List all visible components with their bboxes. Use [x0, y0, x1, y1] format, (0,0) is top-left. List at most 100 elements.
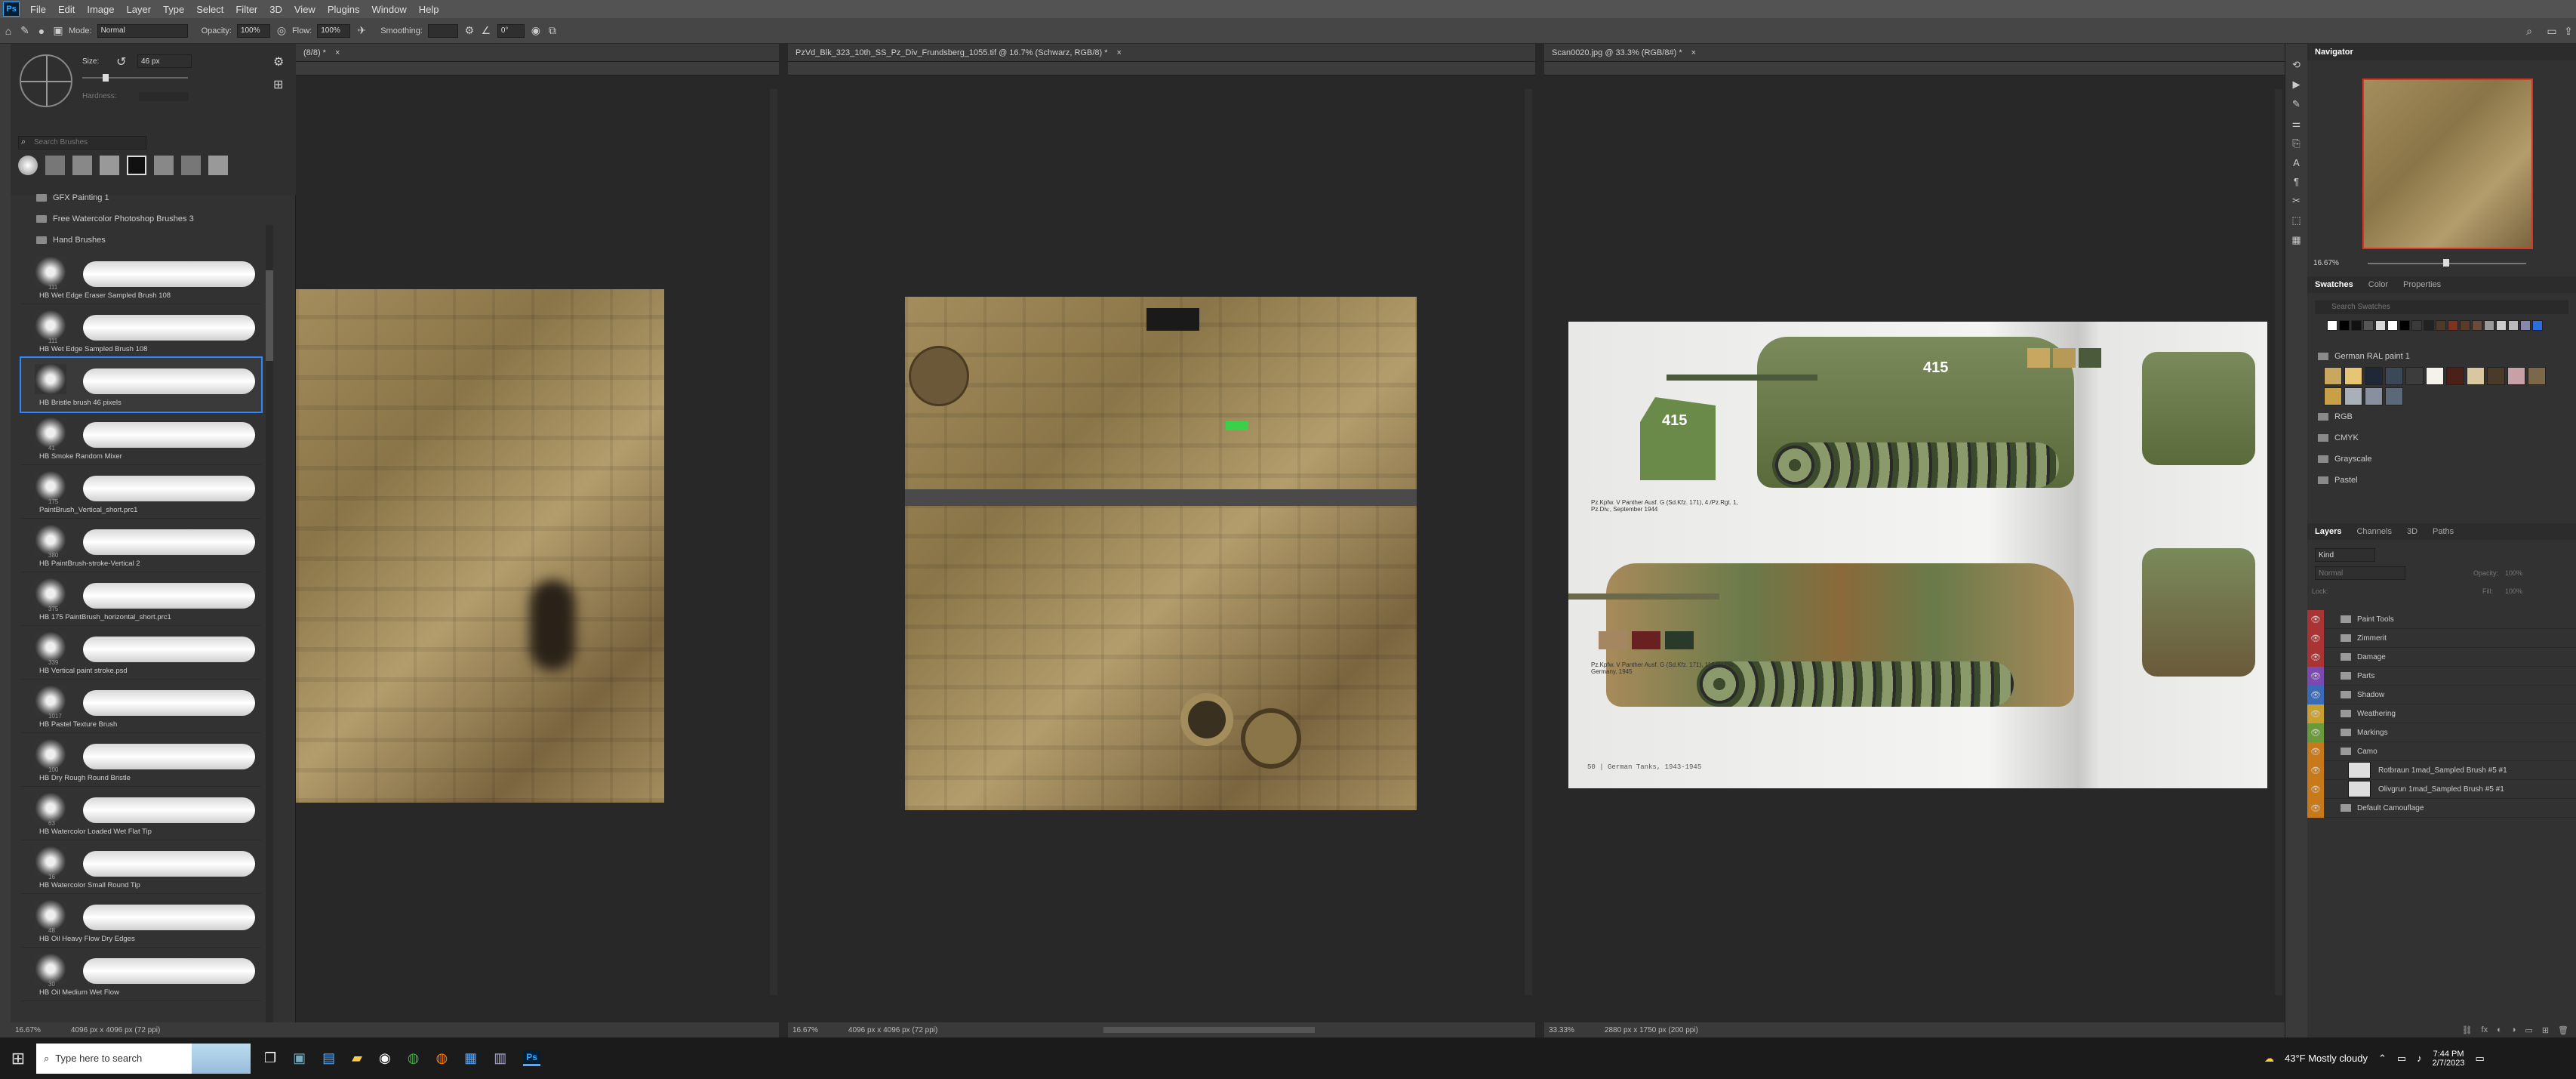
- swatch[interactable]: [2472, 320, 2482, 331]
- swatch[interactable]: [2344, 367, 2362, 385]
- tab-color[interactable]: Color: [2361, 280, 2396, 289]
- zoom-readout[interactable]: 16.67%: [792, 1026, 818, 1034]
- swatch[interactable]: [2385, 367, 2403, 385]
- airbrush-icon[interactable]: ✈: [353, 23, 370, 39]
- pressure-size-icon[interactable]: ◉: [528, 23, 544, 39]
- brush-folder[interactable]: Free Watercolor Photoshop Brushes 3: [21, 208, 261, 230]
- doc-tab-1[interactable]: (8/8) * ×: [296, 44, 779, 62]
- navigator-zoom-handle[interactable]: [2443, 259, 2449, 267]
- brush-item[interactable]: 111 HB Wet Edge Sampled Brush 108: [21, 304, 261, 358]
- volume-icon[interactable]: ♪: [2417, 1053, 2422, 1064]
- brush-item[interactable]: 100 HB Dry Rough Round Bristle: [21, 733, 261, 787]
- fill-value[interactable]: 100%: [2505, 587, 2522, 595]
- brush-item[interactable]: 175 PaintBrush_Vertical_short.prc1: [21, 465, 261, 519]
- taskbar-search-box[interactable]: ⌕ Type here to search: [36, 1043, 251, 1074]
- menu-type[interactable]: Type: [157, 4, 190, 15]
- swatch[interactable]: [2375, 320, 2386, 331]
- doc-tab-2[interactable]: PzVd_Blk_323_10th_SS_Pz_Div_Frundsberg_1…: [788, 44, 1535, 62]
- firefox-icon[interactable]: ◍: [435, 1050, 448, 1066]
- hardness-input[interactable]: [139, 92, 189, 101]
- swatch[interactable]: [2365, 367, 2383, 385]
- menu-3d[interactable]: 3D: [263, 4, 288, 15]
- tab-navigator[interactable]: Navigator: [2307, 48, 2361, 57]
- clone-icon[interactable]: ⎘: [2292, 137, 2300, 150]
- eye-icon[interactable]: 👁: [2307, 779, 2324, 799]
- eye-icon[interactable]: 👁: [2307, 685, 2324, 704]
- swatch[interactable]: [2327, 320, 2337, 331]
- swatch[interactable]: [2411, 320, 2422, 331]
- swatches-search-input[interactable]: Search Swatches: [2315, 301, 2568, 314]
- close-icon[interactable]: ×: [1691, 48, 1696, 57]
- size-input[interactable]: 46 px: [137, 54, 192, 68]
- brush-item[interactable]: HB Bristle brush 46 pixels: [20, 356, 263, 413]
- photoshop-taskbar-icon[interactable]: Ps: [523, 1050, 540, 1066]
- layer-row[interactable]: 👁 Paint Tools: [2307, 609, 2576, 629]
- share-icon[interactable]: ⇪: [2560, 23, 2576, 39]
- swatch[interactable]: [2532, 320, 2543, 331]
- swatch[interactable]: [2436, 320, 2446, 331]
- eye-icon[interactable]: 👁: [2307, 609, 2324, 629]
- swatch[interactable]: [2365, 387, 2383, 405]
- swatch[interactable]: [2467, 367, 2485, 385]
- preset-5[interactable]: [154, 156, 174, 175]
- layer-row[interactable]: 👁 Weathering: [2307, 704, 2576, 723]
- swatch[interactable]: [2363, 320, 2374, 331]
- brush-item[interactable]: 375 HB 175 PaintBrush_horizontal_short.pr…: [21, 572, 261, 626]
- doc-tab-3[interactable]: Scan0020.jpg @ 33.3% (RGB/8#) * ×: [1544, 44, 2285, 62]
- eye-icon[interactable]: 👁: [2307, 704, 2324, 723]
- swatch[interactable]: [2405, 367, 2424, 385]
- menu-image[interactable]: Image: [81, 4, 120, 15]
- swatch[interactable]: [2446, 367, 2464, 385]
- vertical-scrollbar[interactable]: [2275, 89, 2282, 995]
- layer-row[interactable]: 👁 Camo: [2307, 741, 2576, 761]
- clock[interactable]: 7:44 PM 2/7/2023: [2433, 1050, 2465, 1068]
- gear-icon[interactable]: ⚙: [273, 54, 284, 69]
- adjust-icon[interactable]: ⚌: [2292, 118, 2301, 130]
- swatch[interactable]: [2424, 320, 2434, 331]
- swatch[interactable]: [2520, 320, 2531, 331]
- tab-swatches[interactable]: Swatches: [2307, 280, 2361, 289]
- windows-start-icon[interactable]: ⊞: [0, 1049, 36, 1068]
- brush-folder[interactable]: GFX Painting 1: [21, 187, 261, 208]
- preset-4[interactable]: [127, 156, 146, 175]
- trash-icon[interactable]: 🗑: [2558, 1025, 2568, 1037]
- texture-canvas-1[interactable]: [296, 289, 664, 803]
- brush-item[interactable]: 380 HB PaintBrush-stroke-Vertical 2: [21, 519, 261, 572]
- app-icon-3[interactable]: ▦: [464, 1050, 477, 1066]
- brush-item[interactable]: 63 HB Watercolor Loaded Wet Flat Tip: [21, 787, 261, 840]
- brush-settings-icon[interactable]: ▣: [50, 23, 66, 39]
- search-icon[interactable]: ⌕: [2521, 23, 2538, 39]
- layer-row[interactable]: 👁 Olivgrun 1mad_Sampled Brush #5 #1: [2307, 779, 2576, 799]
- swatch[interactable]: [2487, 367, 2505, 385]
- layer-opacity-value[interactable]: 100%: [2505, 569, 2522, 577]
- menu-layer[interactable]: Layer: [121, 4, 158, 15]
- layer-row[interactable]: 👁 Shadow: [2307, 685, 2576, 704]
- tool-presets-icon[interactable]: ✂: [2292, 195, 2301, 207]
- tab-3d[interactable]: 3D: [2399, 527, 2425, 536]
- swatch[interactable]: [2387, 320, 2398, 331]
- swatch[interactable]: [2528, 367, 2546, 385]
- blend-mode-select[interactable]: Normal: [2315, 566, 2405, 580]
- preset-3[interactable]: [100, 156, 119, 175]
- app-icon-4[interactable]: ▥: [494, 1050, 506, 1066]
- eye-icon[interactable]: 👁: [2307, 666, 2324, 686]
- eye-icon[interactable]: 👁: [2307, 723, 2324, 742]
- brush-item[interactable]: 111 HB Wet Edge Eraser Sampled Brush 108: [21, 251, 261, 304]
- menu-help[interactable]: Help: [413, 4, 445, 15]
- menu-edit[interactable]: Edit: [52, 4, 81, 15]
- layer-row[interactable]: 👁 Parts: [2307, 666, 2576, 686]
- layer-row[interactable]: 👁 Damage: [2307, 647, 2576, 667]
- pressure-opacity-icon[interactable]: ◎: [273, 23, 290, 39]
- mode-select[interactable]: Normal: [97, 23, 188, 38]
- menu-view[interactable]: View: [288, 4, 322, 15]
- swatch-group-header[interactable]: German RAL paint 1: [2307, 346, 2576, 367]
- brush-item[interactable]: 339 HB Vertical paint stroke.psd: [21, 626, 261, 680]
- paragraph-icon[interactable]: ¶: [2294, 176, 2299, 187]
- opacity-input[interactable]: 100%: [236, 23, 270, 38]
- size-slider[interactable]: [82, 77, 188, 79]
- swatch[interactable]: [2339, 320, 2350, 331]
- layer-row[interactable]: 👁 Default Camouflage: [2307, 798, 2576, 818]
- swatch[interactable]: [2385, 387, 2403, 405]
- swatch[interactable]: [2460, 320, 2470, 331]
- swatch-group-folder[interactable]: Pastel: [2307, 470, 2576, 491]
